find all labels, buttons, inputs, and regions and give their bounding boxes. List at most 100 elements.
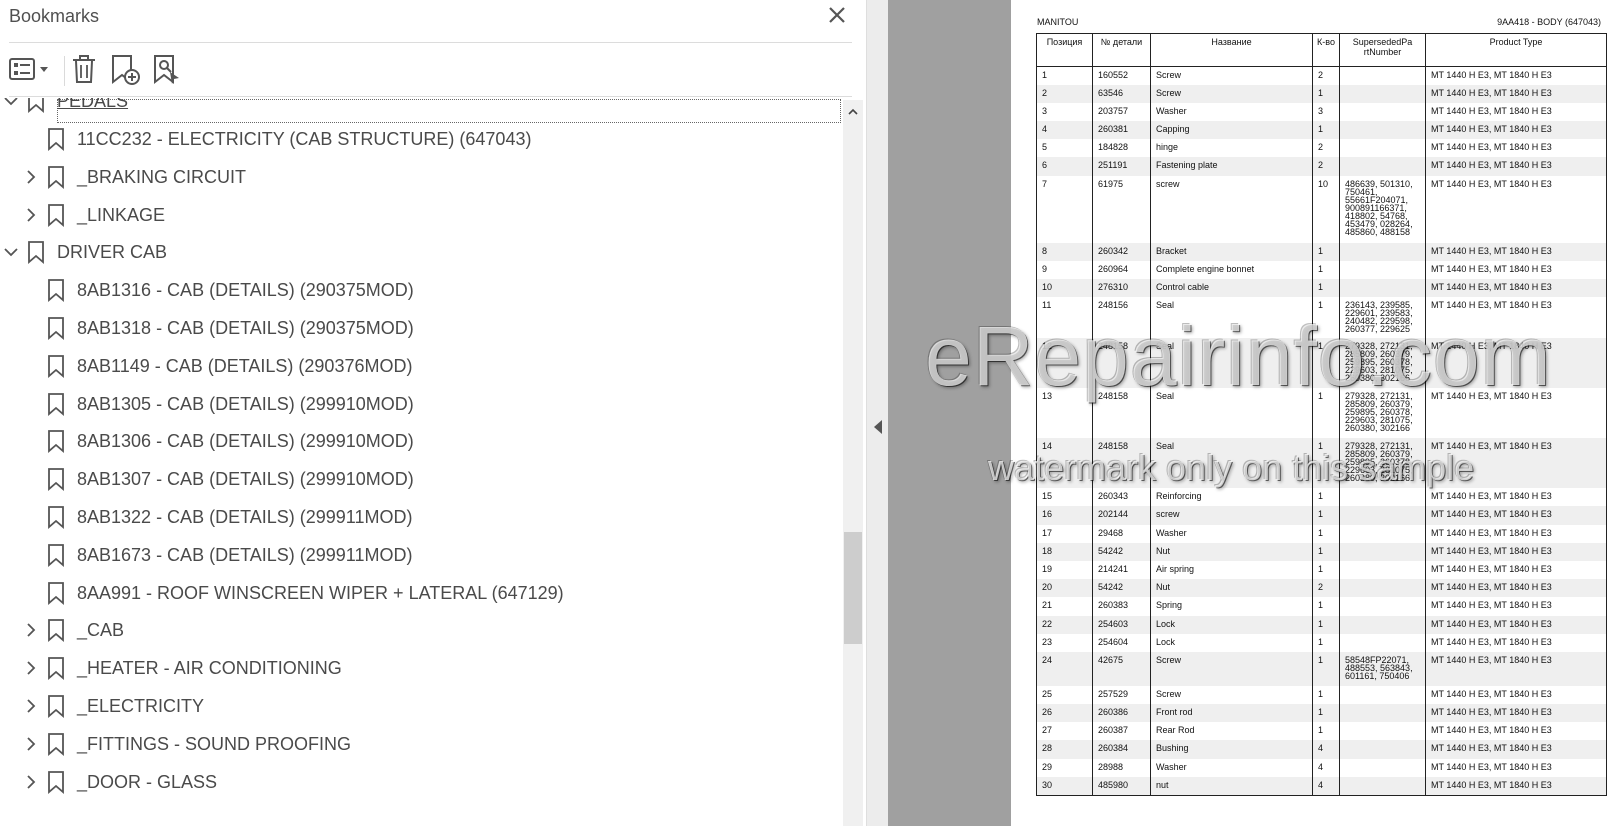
new-bookmark-icon[interactable] — [110, 52, 142, 88]
bookmark-item[interactable]: 11CC232 - ELECTRICITY (CAB STRUCTURE) (6… — [0, 120, 842, 158]
bookmark-item[interactable]: _LINKAGE — [0, 196, 842, 234]
bookmark-item[interactable]: 8AB1322 - CAB (DETAILS) (299911MOD) — [0, 498, 842, 536]
find-bookmark-icon[interactable] — [152, 52, 182, 88]
table-cell: 1 — [1036, 66, 1093, 85]
table-cell: Fastening plate — [1150, 157, 1313, 176]
bookmark-item[interactable]: 8AB1316 - CAB (DETAILS) (290375MOD) — [0, 271, 842, 309]
table-cell: 8 — [1036, 242, 1093, 261]
scroll-up-icon[interactable] — [847, 106, 859, 118]
table-cell: Spring — [1150, 597, 1313, 616]
bookmark-item[interactable]: PEDALS — [0, 98, 842, 123]
table-cell: 2 — [1312, 579, 1340, 598]
table-cell: 17 — [1036, 524, 1093, 543]
bookmark-item[interactable]: _FITTINGS - SOUND PROOFING — [0, 725, 842, 763]
table-cell: 21 — [1036, 597, 1093, 616]
table-cell: screw — [1150, 506, 1313, 525]
table-cell: Bracket — [1150, 242, 1313, 261]
panel-splitter[interactable] — [866, 0, 888, 826]
bookmark-label: PEDALS — [57, 98, 129, 111]
table-cell: Washer — [1150, 102, 1313, 122]
chevron-right-icon[interactable] — [22, 735, 40, 753]
table-row: 29 28988 Washer 4 MT 1440 H E3, MT 1840 H E3 — [1036, 758, 1607, 777]
table-cell: MT 1440 H E3, MT 1840 H E3 — [1425, 615, 1607, 634]
close-icon[interactable] — [824, 2, 850, 28]
table-header-row: Позиция № детали Название К-во SupersededPa … — [1036, 33, 1607, 67]
table-cell — [1339, 758, 1426, 777]
table-cell: MT 1440 H E3, MT 1840 H E3 — [1425, 579, 1607, 598]
bookmarks-scrollbar[interactable] — [843, 100, 863, 826]
table-cell: 4 — [1036, 121, 1093, 140]
table-cell — [1339, 157, 1426, 176]
table-cell: Washer — [1150, 524, 1313, 543]
chevron-down-icon[interactable] — [2, 243, 20, 261]
table-cell: 3 — [1036, 102, 1093, 122]
bookmark-item[interactable]: _ELECTRICITY — [0, 687, 842, 725]
table-cell: 54242 — [1092, 542, 1151, 561]
table-cell: 1 — [1312, 506, 1340, 525]
table-cell: MT 1440 H E3, MT 1840 H E3 — [1425, 102, 1607, 122]
bookmark-label: DRIVER CAB — [57, 242, 168, 263]
table-row: 7 61975 screw 10 486639, 501310, 750461, 556… — [1036, 175, 1607, 243]
bookmark-icon — [48, 354, 64, 378]
delete-icon[interactable] — [70, 52, 98, 88]
bookmark-item[interactable]: _DOOR - GLASS — [0, 763, 842, 801]
table-cell: MT 1440 H E3, MT 1840 H E3 — [1425, 279, 1607, 298]
bookmark-item[interactable]: 8AA991 - ROOF WINSCREEN WIPER + LATERAL … — [0, 574, 842, 612]
bookmark-icon — [48, 506, 64, 529]
table-cell: 1 — [1312, 542, 1340, 561]
chevron-right-icon[interactable] — [22, 168, 40, 186]
table-row: 28 260384 Bushing 4 MT 1440 H E3, MT 1840 H … — [1036, 740, 1607, 759]
chevron-down-icon[interactable] — [2, 98, 20, 110]
table-cell: 6 — [1036, 157, 1093, 176]
table-cell — [1339, 579, 1426, 598]
table-cell: 2 — [1312, 139, 1340, 158]
bookmark-item[interactable]: DRIVER CAB — [0, 233, 842, 271]
options-menu-icon[interactable] — [8, 52, 52, 88]
scrollbar-thumb[interactable] — [844, 532, 862, 644]
table-row: 15 260343 Reinforcing 1 MT 1440 H E3, MT 184… — [1036, 488, 1607, 507]
table-row: 10 276310 Control cable 1 MT 1440 H E3, MT 1… — [1036, 279, 1607, 298]
table-cell: MT 1440 H E3, MT 1840 H E3 — [1425, 704, 1607, 723]
bookmark-item[interactable]: _BRAKING CIRCUIT — [0, 158, 842, 196]
table-cell: 1 — [1312, 524, 1340, 543]
bookmark-item[interactable]: 8AB1307 - CAB (DETAILS) (299910MOD) — [0, 460, 842, 498]
chevron-right-icon[interactable] — [22, 621, 40, 639]
bookmark-item[interactable]: 8AB1318 - CAB (DETAILS) (290375MOD) — [0, 309, 842, 347]
table-cell: MT 1440 H E3, MT 1840 H E3 — [1425, 260, 1607, 279]
column-header: Название — [1150, 33, 1313, 67]
table-cell — [1339, 66, 1426, 85]
table-cell: 1 — [1312, 685, 1340, 705]
table-cell: Control cable — [1150, 279, 1313, 298]
bookmark-item[interactable]: 8AB1305 - CAB (DETAILS) (299910MOD) — [0, 385, 842, 423]
table-row: 5 184828 hinge 2 MT 1440 H E3, MT 1840 H E3 — [1036, 139, 1607, 158]
table-cell: 1 — [1312, 597, 1340, 616]
table-cell: MT 1440 H E3, MT 1840 H E3 — [1425, 121, 1607, 140]
bookmark-item[interactable]: _CAB — [0, 611, 842, 649]
chevron-right-icon[interactable] — [22, 659, 40, 677]
bookmark-item[interactable]: 8AB1306 - CAB (DETAILS) (299910MOD) — [0, 422, 842, 460]
bookmark-label: _ELECTRICITY — [77, 696, 205, 716]
table-cell: MT 1440 H E3, MT 1840 H E3 — [1425, 157, 1607, 176]
table-cell: 1 — [1312, 260, 1340, 279]
table-cell: 26 — [1036, 704, 1093, 723]
collapse-panel-icon[interactable] — [874, 420, 882, 434]
bookmark-item[interactable]: 8AB1673 - CAB (DETAILS) (299911MOD) — [0, 536, 842, 574]
chevron-right-icon[interactable] — [22, 773, 40, 791]
table-cell: MT 1440 H E3, MT 1840 H E3 — [1425, 633, 1607, 652]
table-cell: 16 — [1036, 506, 1093, 525]
chevron-right-icon[interactable] — [22, 206, 40, 224]
table-cell: 5 — [1036, 139, 1093, 158]
bookmark-item[interactable]: _HEATER - AIR CONDITIONING — [0, 649, 842, 687]
bookmark-icon — [48, 128, 64, 151]
table-row: 19 214241 Air spring 1 MT 1440 H E3, MT 1840… — [1036, 560, 1607, 580]
bookmark-item[interactable]: 8AB1149 - CAB (DETAILS) (290376MOD) — [0, 347, 842, 385]
chevron-right-icon[interactable] — [22, 697, 40, 715]
table-cell: 28 — [1036, 740, 1093, 759]
toolbar-separator — [64, 56, 65, 86]
table-row: 4 260381 Capping 1 MT 1440 H E3, MT 1840 H E… — [1036, 121, 1607, 140]
column-header: Позиция — [1036, 33, 1093, 67]
table-cell: 1 — [1312, 560, 1340, 580]
bookmark-icon — [48, 317, 64, 340]
table-cell: 29468 — [1092, 524, 1151, 543]
bookmark-icon — [48, 732, 64, 756]
